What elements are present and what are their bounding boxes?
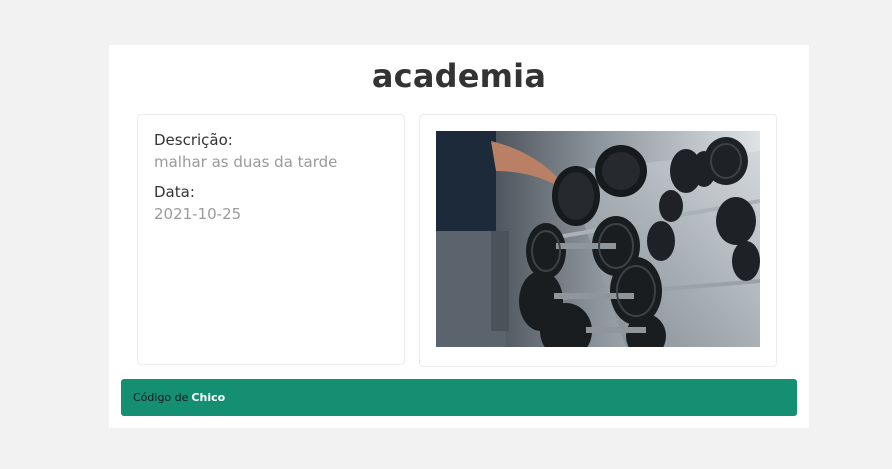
- footer-author: Chico: [191, 391, 226, 404]
- footer-prefix: Código de: [133, 391, 189, 404]
- date-label: Data:: [154, 183, 195, 201]
- dumbbell-rack-photo: [436, 131, 760, 347]
- page-title: academia: [371, 57, 547, 95]
- dumbbell-photo-illustration: [436, 131, 760, 347]
- date-value: 2021-10-25: [154, 205, 242, 223]
- details-panel: Descrição: malhar as duas da tarde Data:…: [137, 114, 405, 365]
- description-label: Descrição:: [154, 131, 233, 149]
- footer-credit: Código de Chico: [121, 379, 797, 416]
- event-card: academia Descrição: malhar as duas da ta…: [109, 45, 809, 428]
- description-value: malhar as duas da tarde: [154, 153, 338, 171]
- image-panel: [419, 114, 777, 367]
